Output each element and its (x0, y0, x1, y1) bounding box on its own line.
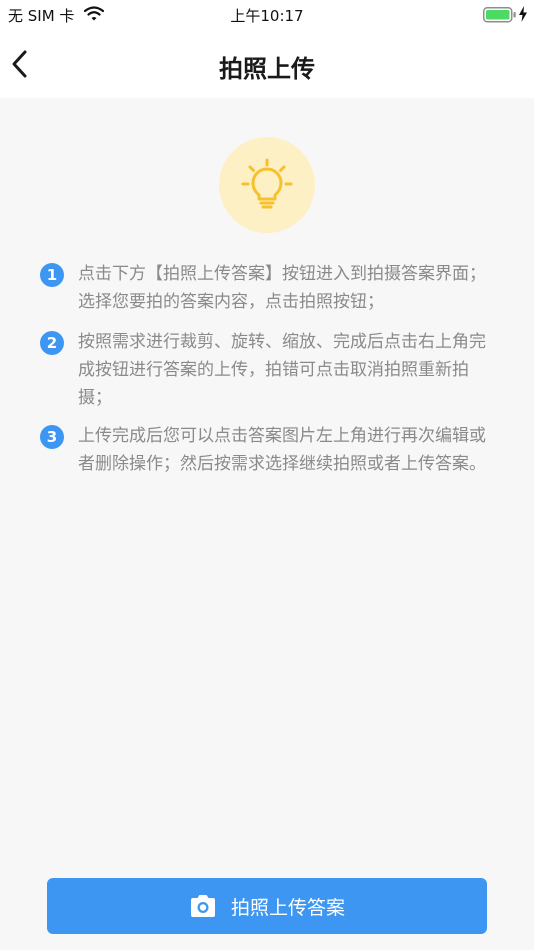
camera-icon (189, 894, 217, 918)
step-3: 3 上传完成后您可以点击答案图片左上角进行再次编辑或者删除操作；然后按需求选择继… (40, 422, 500, 506)
step-1: 1 点击下方【拍照上传答案】按钮进入到拍摄答案界面；选择您要拍的答案内容，点击拍… (40, 260, 500, 316)
step-number-badge: 1 (40, 263, 64, 287)
page-title: 拍照上传 (219, 55, 315, 83)
step-number-badge: 2 (40, 331, 64, 355)
clock: 上午10:17 (230, 7, 304, 25)
navigation-bar: 拍照上传 (0, 30, 534, 98)
step-text: 按照需求进行裁剪、旋转、缩放、完成后点击右上角完成按钮进行答案的上传，拍错可点击… (78, 332, 486, 408)
status-bar: 无 SIM 卡 上午10:17 (0, 0, 534, 30)
step-text: 上传完成后您可以点击答案图片左上角进行再次编辑或者删除操作；然后按需求选择继续拍… (78, 426, 486, 474)
step-number-badge: 3 (40, 425, 64, 449)
step-text: 点击下方【拍照上传答案】按钮进入到拍摄答案界面；选择您要拍的答案内容，点击拍照按… (78, 264, 486, 312)
upload-answer-button[interactable]: 拍照上传答案 (47, 878, 487, 934)
hero-icon-circle (219, 137, 315, 233)
step-2: 2 按照需求进行裁剪、旋转、缩放、完成后点击右上角完成按钮进行答案的上传，拍错可… (40, 328, 500, 412)
upload-button-label: 拍照上传答案 (230, 896, 345, 919)
charging-bolt-icon (518, 6, 528, 26)
lightbulb-icon (241, 158, 293, 209)
battery-icon (483, 7, 517, 27)
